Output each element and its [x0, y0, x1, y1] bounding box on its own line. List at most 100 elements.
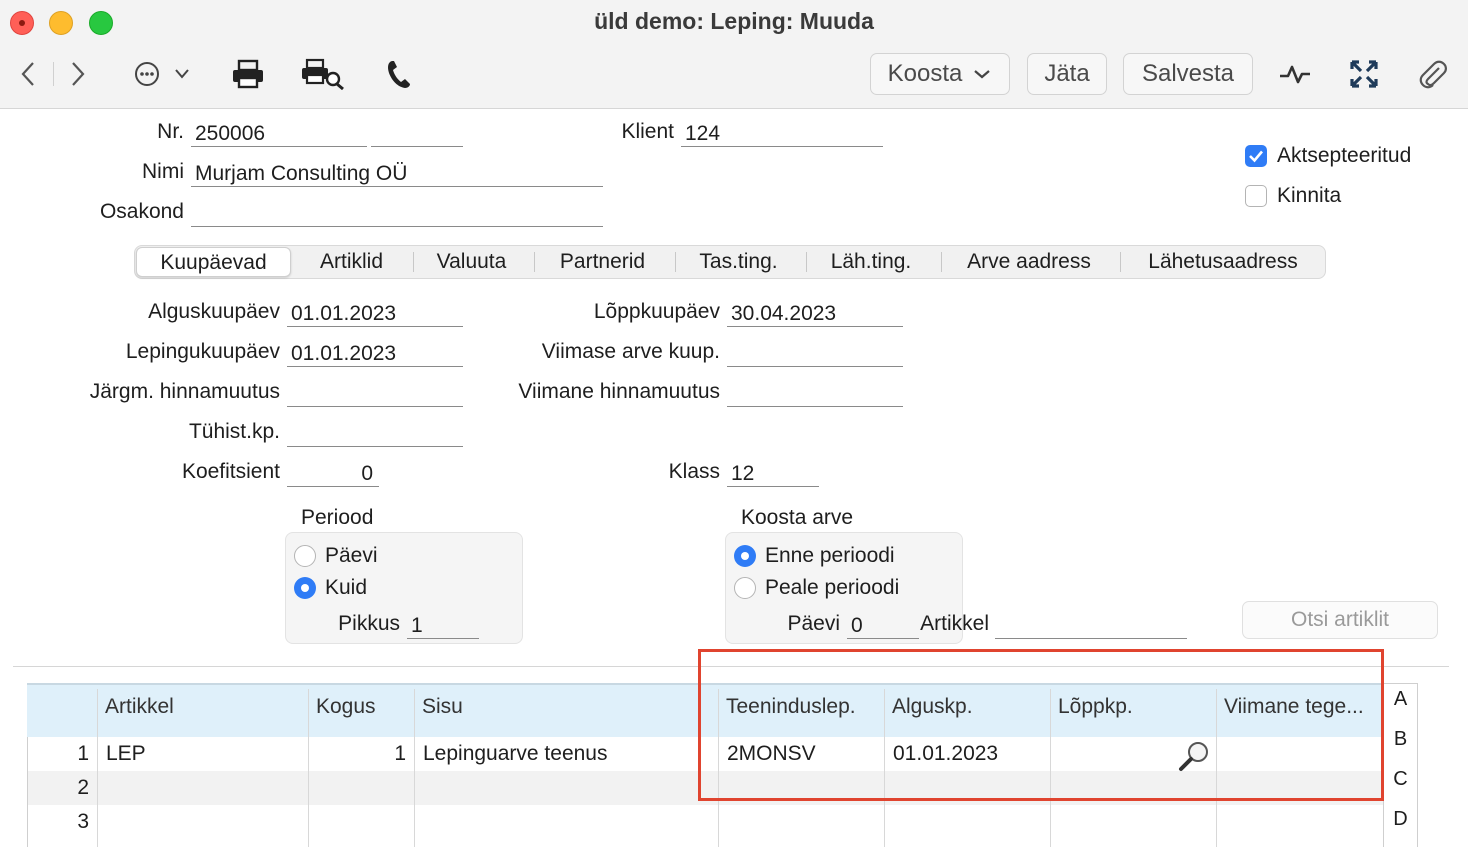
kuid-radio[interactable] — [294, 577, 316, 599]
enne-perioodi-radio[interactable] — [734, 545, 756, 567]
cell-sisu[interactable]: Lepinguarve teenus — [423, 737, 607, 771]
tab-artiklid[interactable]: Artiklid — [295, 247, 408, 277]
koefitsient-label: Koefitsient — [181, 460, 280, 483]
index-letter-d[interactable]: D — [1384, 808, 1417, 831]
lepingukuupaev-field[interactable]: 01.01.2023 — [287, 341, 463, 367]
cell-artikkel[interactable]: LEP — [106, 737, 146, 771]
tab-separator — [675, 252, 676, 272]
print-icon — [233, 59, 263, 89]
phone-button[interactable] — [382, 56, 416, 92]
viimane-hinnamuutus-field[interactable] — [727, 381, 903, 407]
koosta-paevi-label: Päevi — [787, 612, 840, 635]
aktsepteeritud-checkbox[interactable] — [1245, 145, 1267, 167]
viimase-arve-label: Viimase arve kuup. — [541, 340, 720, 363]
tuhist-field[interactable] — [287, 421, 463, 447]
chart-icon — [1280, 65, 1310, 84]
cell-kogus[interactable]: 1 — [308, 737, 406, 771]
expand-button[interactable] — [1346, 56, 1382, 92]
forward-icon — [72, 62, 85, 86]
phone-icon — [388, 61, 410, 88]
paevi-radio[interactable] — [294, 545, 316, 567]
jata-button[interactable]: Jäta — [1027, 53, 1107, 95]
tuhist-label: Tühist.kp. — [188, 420, 280, 443]
print-preview-button[interactable] — [300, 56, 346, 92]
tab-separator — [941, 252, 942, 272]
osakond-label: Osakond — [99, 200, 184, 223]
col-header-sisu[interactable]: Sisu — [414, 683, 718, 737]
window-title: üld demo: Leping: Muuda — [594, 8, 874, 34]
tab-arve-aadress[interactable]: Arve aadress — [946, 247, 1112, 277]
tab-tas-ting[interactable]: Tas.ting. — [680, 247, 797, 277]
paevi-radio-label: Päevi — [325, 544, 378, 567]
viimase-arve-field[interactable] — [727, 341, 903, 367]
jargm-hinnamuutus-label: Järgm. hinnamuutus — [89, 380, 280, 403]
print-button[interactable] — [228, 56, 268, 92]
tab-separator — [1120, 252, 1121, 272]
pikkus-label: Pikkus — [338, 612, 400, 635]
kinnita-label: Kinnita — [1277, 184, 1342, 207]
back-icon — [21, 62, 34, 86]
aktsepteeritud-label: Aktsepteeritud — [1277, 144, 1412, 167]
more-icon — [135, 62, 189, 86]
tab-separator — [413, 252, 414, 272]
col-header-kogus[interactable]: Kogus — [308, 683, 414, 737]
tab-kuupaevad[interactable]: Kuupäevad — [136, 247, 291, 277]
lepingukuupaev-label: Lepingukuupäev — [125, 340, 280, 363]
column-divider — [414, 689, 415, 847]
tab-valuuta[interactable]: Valuuta — [418, 247, 525, 277]
klass-field[interactable]: 12 — [727, 461, 819, 487]
nr-field[interactable]: 250006 — [191, 121, 367, 147]
row-number: 3 — [77, 810, 89, 833]
index-letter-c[interactable]: C — [1384, 768, 1417, 791]
row-number: 1 — [77, 742, 89, 765]
koosta-arve-title: Koosta arve — [741, 506, 854, 529]
otsi-artiklit-button[interactable]: Otsi artiklit — [1242, 601, 1438, 639]
table-row[interactable] — [28, 805, 1383, 839]
peale-perioodi-label: Peale perioodi — [765, 576, 900, 599]
column-divider — [97, 689, 98, 847]
artikkel-label: Artikkel — [920, 612, 989, 635]
alguskuupaev-field[interactable]: 01.01.2023 — [287, 301, 463, 327]
tab-partnerid[interactable]: Partnerid — [540, 247, 665, 277]
kinnita-checkbox[interactable] — [1245, 185, 1267, 207]
kuid-radio-label: Kuid — [325, 576, 368, 599]
koosta-dropdown-button[interactable]: Koosta — [870, 53, 1010, 95]
more-actions-button[interactable] — [132, 56, 192, 92]
osakond-field[interactable] — [191, 201, 603, 227]
koosta-label: Koosta — [887, 60, 963, 87]
klass-label: Klass — [668, 460, 720, 483]
col-header-num[interactable] — [28, 683, 97, 737]
nimi-label: Nimi — [142, 160, 184, 183]
loppkuupaev-field[interactable]: 30.04.2023 — [727, 301, 903, 327]
chevron-down-icon — [974, 70, 991, 79]
nr-extra-field[interactable] — [371, 121, 463, 147]
row-number: 2 — [77, 776, 89, 799]
expand-icon — [1350, 60, 1378, 88]
tab-lahetusaadress[interactable]: Lähetusaadress — [1126, 247, 1320, 277]
attachment-button[interactable] — [1414, 56, 1450, 92]
nimi-field[interactable]: Murjam Consulting OÜ — [191, 161, 603, 187]
peale-perioodi-radio[interactable] — [734, 577, 756, 599]
klient-label: Klient — [621, 120, 674, 143]
periood-title: Periood — [301, 506, 374, 529]
col-header-artikkel[interactable]: Artikkel — [97, 683, 308, 737]
alguskuupaev-label: Alguskuupäev — [148, 300, 280, 323]
print-preview-icon — [302, 58, 344, 90]
index-letter-b[interactable]: B — [1384, 728, 1417, 751]
activity-button[interactable] — [1277, 56, 1313, 92]
attachment-icon — [1419, 60, 1447, 89]
klient-field[interactable]: 124 — [681, 121, 883, 147]
tab-lah-ting[interactable]: Läh.ting. — [811, 247, 931, 277]
koefitsient-field[interactable]: 0 — [287, 461, 379, 487]
nr-label: Nr. — [157, 120, 184, 143]
artikkel-field[interactable] — [995, 613, 1187, 639]
tab-separator — [806, 252, 807, 272]
pikkus-field[interactable]: 1 — [407, 613, 479, 639]
back-button[interactable] — [14, 56, 42, 92]
forward-button[interactable] — [64, 56, 92, 92]
enne-perioodi-label: Enne perioodi — [765, 544, 895, 567]
index-letter-a[interactable]: A — [1384, 688, 1417, 711]
highlight-box — [698, 649, 1384, 801]
jargm-hinnamuutus-field[interactable] — [287, 381, 463, 407]
salvesta-button[interactable]: Salvesta — [1123, 53, 1253, 95]
